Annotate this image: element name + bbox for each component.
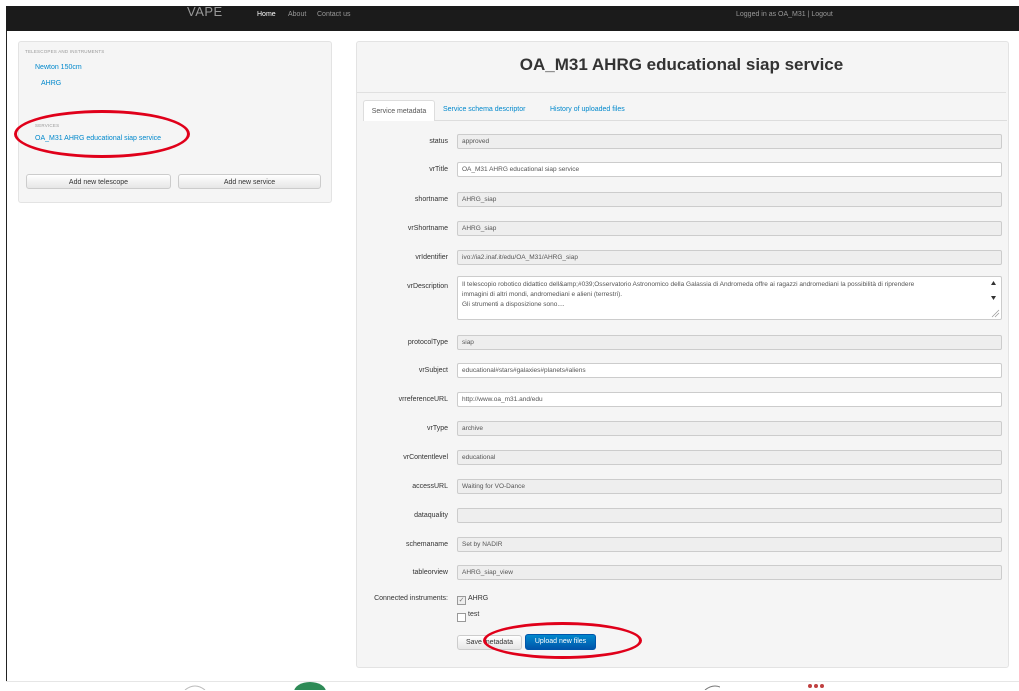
vrcontentlevel-field: educational (457, 450, 1002, 465)
footer-logos (184, 682, 720, 690)
status-label: status (429, 138, 448, 145)
vrdescription-textarea[interactable]: Il telescopio robotico didattico dell&am… (457, 276, 1002, 320)
highlight-ellipse-upload (483, 622, 642, 659)
vrtitle-label: vrTitle (429, 166, 448, 173)
brand-logo[interactable]: VAPE (187, 4, 223, 19)
page-title: OA_M31 AHRG educational siap service (519, 55, 844, 74)
add-telescope-button[interactable]: Add new telescope (26, 174, 171, 189)
tab-service-metadata[interactable]: Service metadata (363, 100, 435, 121)
shortname-field: AHRG_siap (457, 192, 1002, 207)
schemaname-label: schemaname (405, 541, 448, 548)
title-divider (357, 92, 1006, 93)
vrsubject-label: vrSubject (418, 367, 448, 374)
description-line: Gli strumenti a disposizione sono.... (462, 301, 565, 308)
vrreferenceurl-label: vrreferenceURL (398, 396, 448, 403)
vrtype-label: vrType (426, 425, 448, 432)
tab-upload-history[interactable]: History of uploaded files (550, 106, 625, 113)
highlight-ellipse-service (14, 110, 190, 158)
description-line: immagini di altri mondi, andromediani e … (462, 291, 623, 298)
logo-dot-icon (808, 684, 812, 688)
instrument-checkbox-test[interactable] (457, 613, 466, 622)
tableorview-label: tableorview (412, 569, 448, 576)
schemaname-field: Set by NADIR (457, 537, 1002, 552)
navbar (6, 6, 1019, 31)
tab-service-schema-descriptor[interactable]: Service schema descriptor (443, 106, 525, 113)
nav-home[interactable]: Home (257, 11, 276, 18)
textarea-scrollbar[interactable] (987, 277, 1000, 319)
nav-contact[interactable]: Contact us (317, 11, 350, 18)
vrsubject-input[interactable]: educational#stars#galaxies#planets#alien… (457, 363, 1002, 378)
sidebar-item-telescope[interactable]: Newton 150cm (35, 64, 82, 71)
scroll-up-icon[interactable] (991, 281, 996, 285)
tabs-baseline (363, 120, 1007, 121)
add-service-button[interactable]: Add new service (178, 174, 321, 189)
vrtitle-input[interactable]: OA_M31 AHRG educational siap service (457, 162, 1002, 177)
instrument-name-ahrg: AHRG (468, 595, 489, 602)
logo-arc-icon (184, 685, 206, 690)
vrcontentlevel-label: vrContentlevel (403, 454, 448, 461)
vridentifier-label: vrIdentifier (415, 254, 448, 261)
description-line: Il telescopio robotico didattico dell&am… (462, 281, 915, 288)
vrreferenceurl-input[interactable]: http://www.oa_m31.and/edu (457, 392, 1002, 407)
connected-instruments-label: Connected instruments: (374, 595, 448, 602)
instrument-name-test: test (468, 611, 480, 618)
vridentifier-field: ivo://ia2.inaf.it/edu/OA_M31/AHRG_siap (457, 250, 1002, 265)
accessurl-label: accessURL (412, 483, 448, 490)
logo-globe-icon (294, 682, 326, 690)
resize-grip-icon[interactable] (991, 309, 1000, 318)
status-field: approved (457, 134, 1002, 149)
protocoltype-label: protocolType (407, 339, 448, 346)
tableorview-field: AHRG_siap_view (457, 565, 1002, 580)
vrshortname-field: AHRG_siap (457, 221, 1002, 236)
logo-dot-icon (814, 684, 818, 688)
logo-dot-icon (820, 684, 824, 688)
footer-institution-logo (808, 684, 824, 688)
vrtype-field: archive (457, 421, 1002, 436)
dataquality-label: dataquality (414, 512, 448, 519)
sidebar-item-instrument[interactable]: AHRG (41, 80, 61, 87)
vrdescription-label: vrDescription (407, 283, 448, 290)
dataquality-field (457, 508, 1002, 523)
scroll-down-icon[interactable] (991, 296, 996, 300)
shortname-label: shortname (414, 196, 448, 203)
protocoltype-field: siap (457, 335, 1002, 350)
nav-about[interactable]: About (288, 11, 306, 18)
accessurl-field: Waiting for VO-Dance (457, 479, 1002, 494)
telescopes-header: TELESCOPES AND INSTRUMENTS (25, 49, 105, 54)
vrshortname-label: vrShortname (407, 225, 448, 232)
logo-ring-icon (704, 685, 720, 690)
login-status[interactable]: Logged in as OA_M31 | Logout (736, 11, 833, 18)
instrument-checkbox-ahrg[interactable]: ✓ (457, 596, 466, 605)
